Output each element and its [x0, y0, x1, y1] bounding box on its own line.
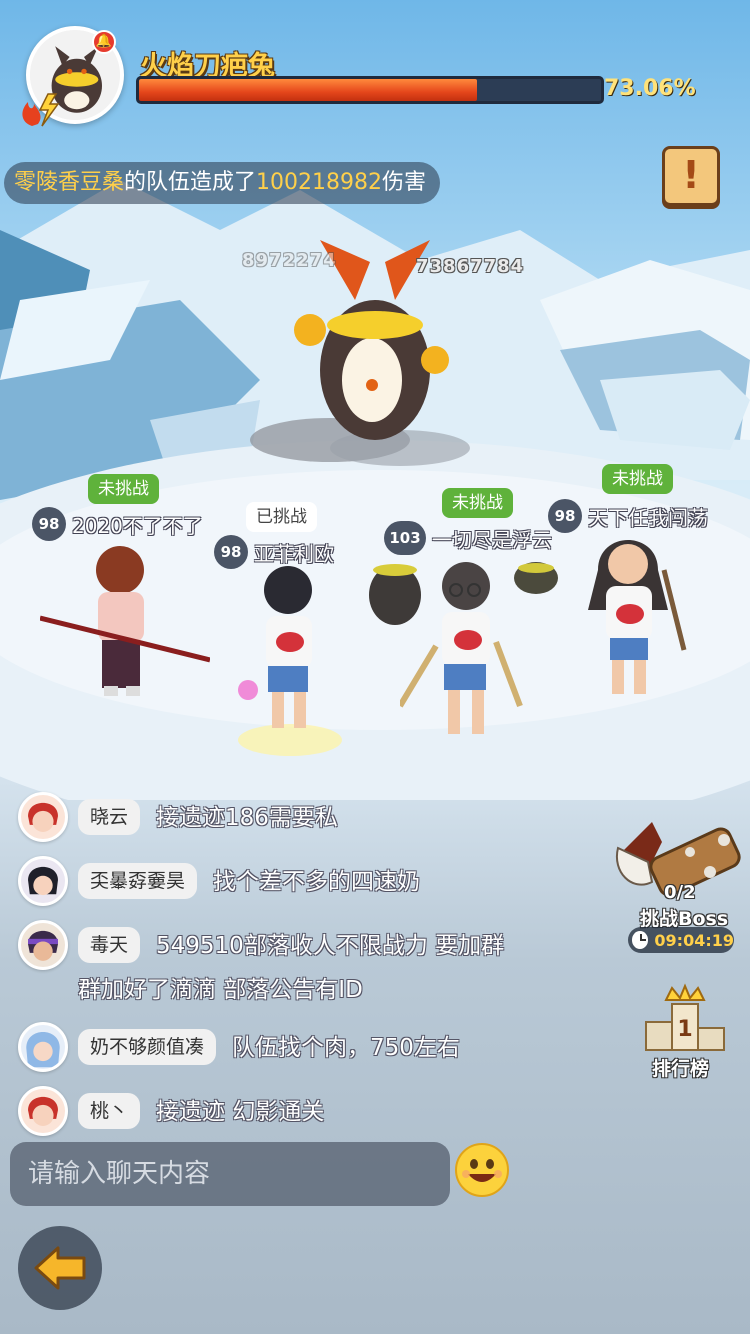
avatar[interactable]	[18, 920, 68, 970]
player-label: 98 2020不了不了	[32, 506, 203, 542]
damage-suffix: 伤害	[382, 170, 427, 195]
rules-scroll-button[interactable]: !	[662, 146, 720, 206]
chat-sender-name[interactable]: 晓云	[78, 799, 141, 835]
player-label: 98 天下任我闯荡	[548, 498, 708, 534]
floating-damage-number: 8972274	[242, 250, 337, 271]
avatar[interactable]	[18, 1022, 68, 1072]
damage-team-name: 零陵香豆桑	[14, 170, 125, 195]
player-character[interactable]	[228, 560, 348, 770]
chat-message-text: 549510部落收人不限战力 要加群	[156, 933, 505, 959]
ranking-digit: 1	[677, 1017, 692, 1042]
damage-text: 的队伍造成了	[124, 170, 257, 195]
challenge-timer: 09:04:19	[628, 927, 734, 953]
player-level-badge: 98	[548, 499, 582, 533]
chat-message: 晓云 接遗迹186需要私	[18, 792, 338, 842]
damage-banner: 零陵香豆桑的队伍造成了100218982伤害	[4, 162, 441, 204]
player-status-tag: 未挑战	[442, 488, 513, 518]
boss-hp-percent: 73.06%	[604, 76, 696, 101]
player-level-badge: 98	[32, 507, 66, 541]
timer-text: 09:04:19	[654, 930, 734, 950]
player-level-badge: 103	[384, 521, 426, 555]
emoji-button[interactable]	[454, 1142, 510, 1198]
clock-icon	[632, 931, 649, 949]
back-arrow-icon	[34, 1246, 86, 1290]
chat-message-text: 群加好了滴滴 部落公告有ID	[78, 977, 363, 1003]
chat-sender-name[interactable]: 毒天	[78, 927, 141, 963]
player-name: 一切尽是浮云	[432, 527, 552, 552]
chat-message-text: 接遗迹186需要私	[156, 805, 338, 831]
damage-value: 100218982	[256, 170, 383, 195]
chat-sender-name[interactable]: 奶不够颜值凑	[78, 1029, 217, 1065]
floating-damage-number: 73867784	[416, 256, 525, 277]
chat-message-text: 队伍找个肉，750左右	[232, 1035, 460, 1061]
player-status-tag: 未挑战	[88, 474, 159, 504]
player-label: 103 一切尽是浮云	[384, 520, 552, 556]
boss-hp-bar	[136, 76, 604, 104]
player-status-tag: 未挑战	[602, 464, 673, 494]
chat-sender-name[interactable]: 奀曓孬嫑昊	[78, 863, 198, 899]
avatar[interactable]	[18, 856, 68, 906]
chat-input[interactable]	[10, 1142, 450, 1206]
fire-lightning-icon	[22, 93, 60, 127]
chat-sender-name[interactable]: 桃丶	[78, 1093, 141, 1129]
avatar[interactable]	[18, 792, 68, 842]
challenge-count: 0/2	[664, 882, 696, 903]
player-name: 天下任我闯荡	[588, 505, 708, 530]
boss-hp-fill	[139, 79, 477, 101]
player-status-tag: 已挑战	[246, 502, 317, 532]
player-character[interactable]	[40, 540, 210, 710]
chat-message: 桃丶 接遗迹 幻影通关	[18, 1086, 324, 1136]
chat-message: 奶不够颜值凑 队伍找个肉，750左右	[18, 1022, 460, 1072]
chat-message: 奀曓孬嫑昊 找个差不多的四速奶	[18, 856, 420, 906]
chat-message-text: 找个差不多的四速奶	[213, 869, 421, 895]
player-name: 2020不了不了	[72, 513, 203, 538]
player-character[interactable]	[400, 556, 530, 766]
bell-icon: 🔔	[92, 30, 116, 54]
back-button[interactable]	[18, 1226, 102, 1310]
player-character[interactable]	[568, 530, 698, 710]
chat-message-text: 接遗迹 幻影通关	[156, 1099, 325, 1125]
ranking-label: 排行榜	[652, 1058, 710, 1080]
avatar[interactable]	[18, 1086, 68, 1136]
chat-message: 毒天 549510部落收人不限战力 要加群	[18, 920, 504, 970]
